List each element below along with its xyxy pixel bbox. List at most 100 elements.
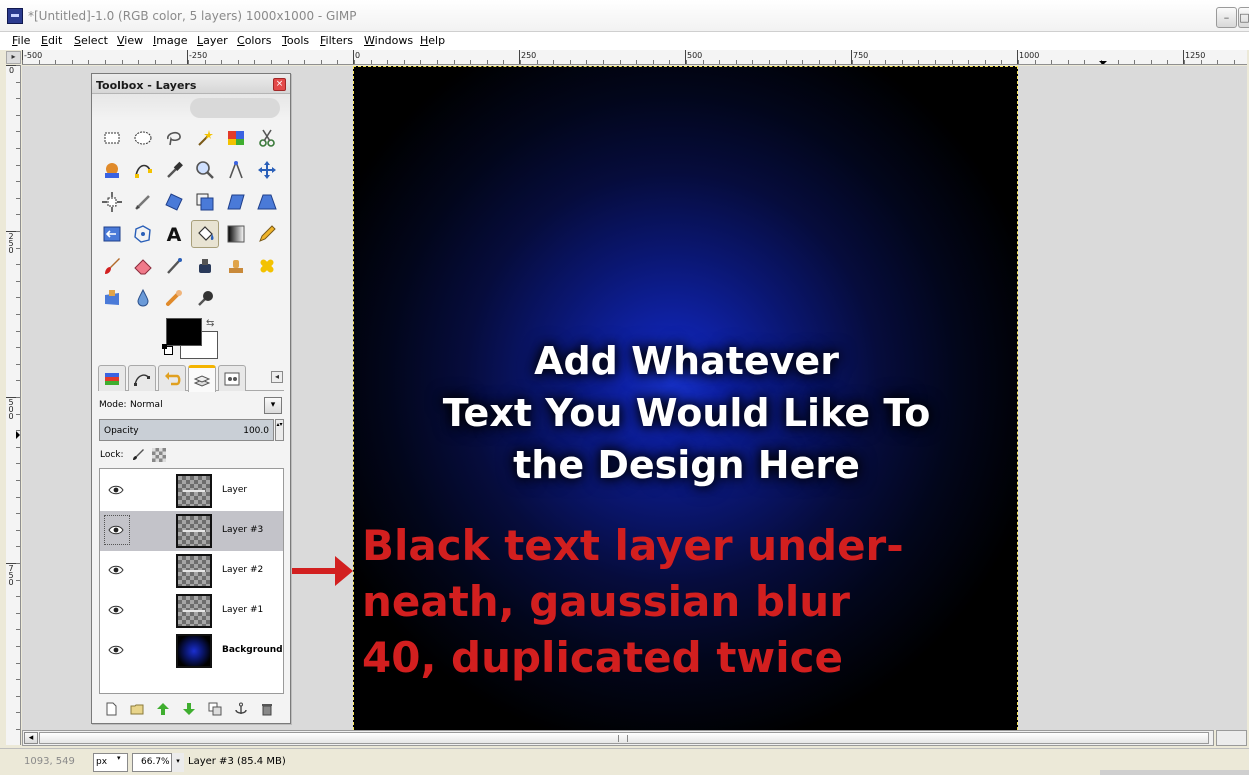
ruler-minor-tick <box>221 60 222 64</box>
new-layer-group-button[interactable] <box>129 701 145 717</box>
menu-filters[interactable]: Filters <box>320 34 353 47</box>
zoom-value: 66.7% <box>141 757 170 767</box>
menu-file[interactable]: File <box>12 34 30 47</box>
ruler-label: 0 <box>8 66 15 75</box>
ruler-minor-tick <box>1084 60 1085 64</box>
opacity-slider[interactable]: Opacity 100.0 <box>99 419 274 441</box>
ruler-minor-tick <box>16 397 20 398</box>
ruler-minor-tick <box>1217 60 1218 64</box>
ruler-minor-tick <box>1167 60 1168 64</box>
arrow-down-icon <box>183 703 195 715</box>
maximize-button[interactable]: □ <box>1238 7 1249 28</box>
ruler-label: 750 <box>853 51 869 60</box>
layer-row[interactable]: Layer #3 <box>100 511 283 551</box>
tab-layers[interactable] <box>188 365 216 392</box>
menu-help[interactable]: Help <box>420 34 445 47</box>
ruler-label: 250 <box>521 51 537 60</box>
raise-layer-button[interactable] <box>155 701 171 717</box>
layer-name[interactable]: Layer #2 <box>222 565 263 575</box>
canvas-text-line: Add Whatever <box>534 339 839 383</box>
visibility-eye-icon[interactable] <box>108 645 124 655</box>
menu-windows[interactable]: Windows <box>364 34 413 47</box>
mode-dropdown-button[interactable]: ▾ <box>264 397 282 414</box>
horizontal-scroll-thumb[interactable] <box>39 732 1209 744</box>
zoom-dropdown-icon[interactable]: ▾ <box>171 753 184 772</box>
ruler-minor-tick <box>968 60 969 64</box>
ruler-minor-tick <box>16 696 20 697</box>
unit-selector[interactable]: px <box>93 753 128 772</box>
scroll-left-button[interactable]: ◂ <box>24 732 38 744</box>
foreground-color-swatch[interactable] <box>166 318 202 346</box>
ruler-minor-tick <box>155 60 156 64</box>
anchor-layer-button[interactable] <box>233 701 249 717</box>
duplicate-layer-button[interactable] <box>207 701 223 717</box>
ruler-minor-tick <box>138 60 139 64</box>
navigate-button[interactable] <box>1216 730 1247 746</box>
menu-edit[interactable]: Edit <box>41 34 62 47</box>
layer-row[interactable]: Background <box>100 631 283 671</box>
lower-layer-button[interactable] <box>181 701 197 717</box>
undo-arrow-icon <box>165 371 181 385</box>
visibility-eye-icon[interactable] <box>108 525 124 535</box>
layer-thumbnail[interactable] <box>176 514 212 548</box>
menu-image[interactable]: Image <box>153 34 187 47</box>
mode-value[interactable]: Normal <box>130 400 163 410</box>
layer-row[interactable]: Layer #2 <box>100 551 283 591</box>
annotation-arrow-head <box>335 556 353 586</box>
active-layer-status: Layer #3 (85.4 MB) <box>188 756 286 767</box>
ruler-minor-tick <box>935 60 936 64</box>
layer-name[interactable]: Layer <box>222 485 247 495</box>
ruler-minor-tick <box>802 60 803 64</box>
layer-row[interactable]: Layer #1 <box>100 591 283 631</box>
layer-thumbnail[interactable] <box>176 594 212 628</box>
menu-tools[interactable]: Tools <box>282 34 309 47</box>
opacity-spinner[interactable]: ▴▾ <box>275 419 284 441</box>
ruler-minor-tick <box>288 60 289 64</box>
layers-tab-icon <box>193 375 211 387</box>
horizontal-scrollbar[interactable]: ◂ <box>22 730 1214 746</box>
unit-dropdown-icon[interactable]: ▾ <box>117 754 121 762</box>
layer-thumbnail[interactable] <box>176 474 212 508</box>
delete-layer-button[interactable] <box>259 701 275 717</box>
ruler-minor-tick <box>16 198 20 199</box>
layers-button-bar <box>99 699 284 719</box>
layer-thumbnail[interactable] <box>176 634 212 668</box>
ruler-minor-tick <box>16 148 20 149</box>
layer-thumbnail[interactable] <box>176 554 212 588</box>
visibility-eye-icon[interactable] <box>108 485 124 495</box>
layer-name[interactable]: Layer #1 <box>222 605 263 615</box>
tab-paths[interactable] <box>128 365 156 391</box>
tab-layers-stack[interactable] <box>98 365 126 391</box>
ruler-minor-tick <box>852 60 853 64</box>
tab-undo-history[interactable] <box>158 365 186 391</box>
visibility-eye-icon[interactable] <box>108 605 124 615</box>
layer-name[interactable]: Background <box>222 645 283 655</box>
tab-device-status[interactable] <box>218 365 246 391</box>
quick-mask-corner-button[interactable]: ▸ <box>6 51 21 64</box>
ruler-minor-tick <box>952 60 953 64</box>
menu-select[interactable]: Select <box>74 34 108 47</box>
menu-view[interactable]: View <box>117 34 143 47</box>
annotation-arrow-shaft <box>289 568 341 574</box>
swap-colors-icon[interactable]: ⇆ <box>206 318 218 330</box>
menu-colors[interactable]: Colors <box>237 34 271 47</box>
ruler-minor-tick <box>16 248 20 249</box>
canvas-text-line: Text You Would Like To <box>442 391 931 435</box>
ruler-minor-tick <box>420 60 421 64</box>
thumbnail-text-preview <box>183 490 205 492</box>
ruler-minor-tick <box>16 297 20 298</box>
layer-row[interactable]: Layer <box>100 471 283 511</box>
folder-icon <box>130 704 144 715</box>
menu-layer[interactable]: Layer <box>197 34 228 47</box>
new-layer-button[interactable] <box>103 701 119 717</box>
minimize-button[interactable]: – <box>1216 7 1237 28</box>
default-colors-icon[interactable] <box>162 344 173 355</box>
dock-menu-button[interactable]: ◂ <box>271 371 283 383</box>
layer-name[interactable]: Layer #3 <box>222 525 263 535</box>
ruler-minor-tick <box>404 60 405 64</box>
ruler-minor-tick <box>387 60 388 64</box>
lock-alpha-checker-icon[interactable] <box>152 448 166 462</box>
visibility-eye-icon[interactable] <box>108 565 124 575</box>
lock-pixels-brush-icon[interactable] <box>131 447 145 461</box>
ruler-minor-tick <box>16 663 20 664</box>
